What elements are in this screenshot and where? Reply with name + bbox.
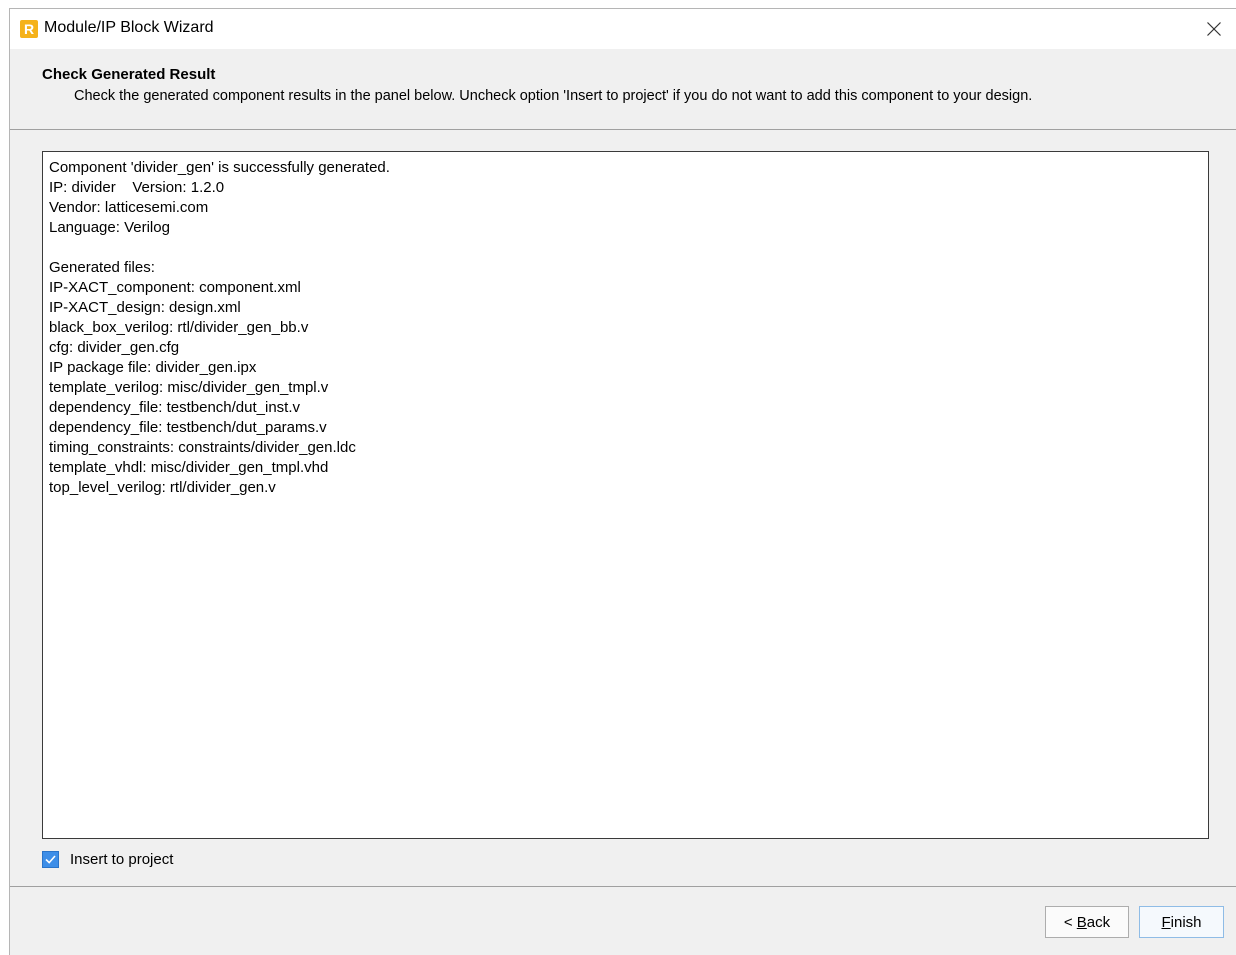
result-line: top_level_verilog: rtl/divider_gen.v <box>49 479 276 496</box>
footer-divider <box>10 886 1236 887</box>
back-button-prefix: < <box>1063 913 1077 931</box>
wizard-window: R Module/IP Block Wizard Check Generated… <box>9 8 1236 955</box>
insert-to-project-label: Insert to project <box>70 850 174 868</box>
title-bar: R Module/IP Block Wizard <box>10 9 1236 49</box>
wizard-header: Check Generated Result Check the generat… <box>10 49 1236 129</box>
step-description: Check the generated component results in… <box>74 88 1033 104</box>
back-button-label: ack <box>1086 913 1111 931</box>
result-line: dependency_file: testbench/dut_inst.v <box>49 399 301 416</box>
header-divider <box>10 129 1236 130</box>
result-line: IP-XACT_component: component.xml <box>49 279 301 296</box>
checkmark-icon <box>45 854 56 864</box>
result-line: black_box_verilog: rtl/divider_gen_bb.v <box>49 319 309 336</box>
app-logo-icon: R <box>20 20 38 38</box>
result-line: Generated files: <box>49 259 155 276</box>
result-line: template_verilog: misc/divider_gen_tmpl.… <box>49 379 329 396</box>
result-line: Language: Verilog <box>49 219 170 236</box>
result-line: template_vhdl: misc/divider_gen_tmpl.vhd <box>49 459 329 476</box>
back-button[interactable]: < Back <box>1045 906 1129 938</box>
finish-button-mnemonic: F <box>1161 913 1171 931</box>
step-title: Check Generated Result <box>42 66 216 83</box>
insert-to-project-checkbox[interactable] <box>42 850 59 868</box>
close-icon[interactable] <box>1200 15 1228 43</box>
result-line: Vendor: latticesemi.com <box>49 199 209 216</box>
generated-result-panel[interactable]: Component 'divider_gen' is successfully … <box>42 151 1209 839</box>
result-line: dependency_file: testbench/dut_params.v <box>49 419 327 436</box>
result-line <box>49 238 1202 258</box>
result-line: cfg: divider_gen.cfg <box>49 339 180 356</box>
result-line: IP package file: divider_gen.ipx <box>49 359 257 376</box>
window-title: Module/IP Block Wizard <box>44 19 214 36</box>
result-line: Component 'divider_gen' is successfully … <box>49 159 390 176</box>
result-line: timing_constraints: constraints/divider_… <box>49 439 356 456</box>
result-line: IP: divider Version: 1.2.0 <box>49 179 225 196</box>
finish-button-label: inish <box>1170 913 1202 931</box>
finish-button[interactable]: Finish <box>1139 906 1224 938</box>
result-line: IP-XACT_design: design.xml <box>49 299 241 316</box>
back-button-mnemonic: B <box>1076 913 1087 931</box>
insert-to-project-option[interactable]: Insert to project <box>42 849 173 869</box>
